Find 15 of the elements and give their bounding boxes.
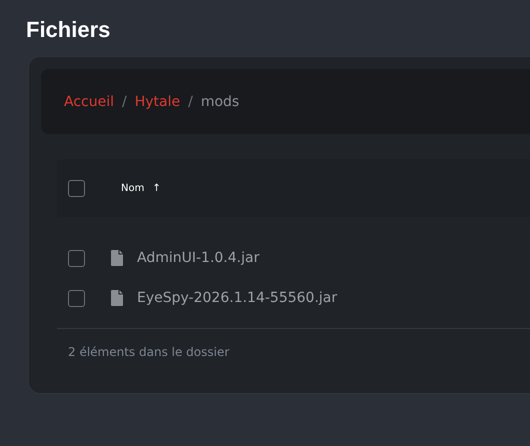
checkbox[interactable]	[68, 250, 85, 266]
checkbox[interactable]	[68, 180, 85, 196]
breadcrumb-link[interactable]: Accueil	[64, 94, 114, 110]
breadcrumb-link[interactable]: Hytale	[134, 94, 180, 110]
page-title: Fichiers	[26, 16, 112, 44]
file-name[interactable]: AdminUI-1.0.4.jar	[137, 250, 260, 266]
file-name[interactable]: EyeSpy-2026.1.14-55560.jar	[137, 290, 338, 306]
breadcrumb-separator: /	[122, 94, 127, 110]
breadcrumb-separator: /	[188, 94, 193, 110]
checkbox[interactable]	[68, 290, 85, 306]
file-icon	[111, 250, 123, 266]
file-icon	[111, 290, 123, 306]
column-header[interactable]: Nom ↑	[121, 182, 161, 194]
folder-count: 2 éléments dans le dossier	[67, 344, 230, 359]
breadcrumb-current: mods	[200, 94, 240, 110]
